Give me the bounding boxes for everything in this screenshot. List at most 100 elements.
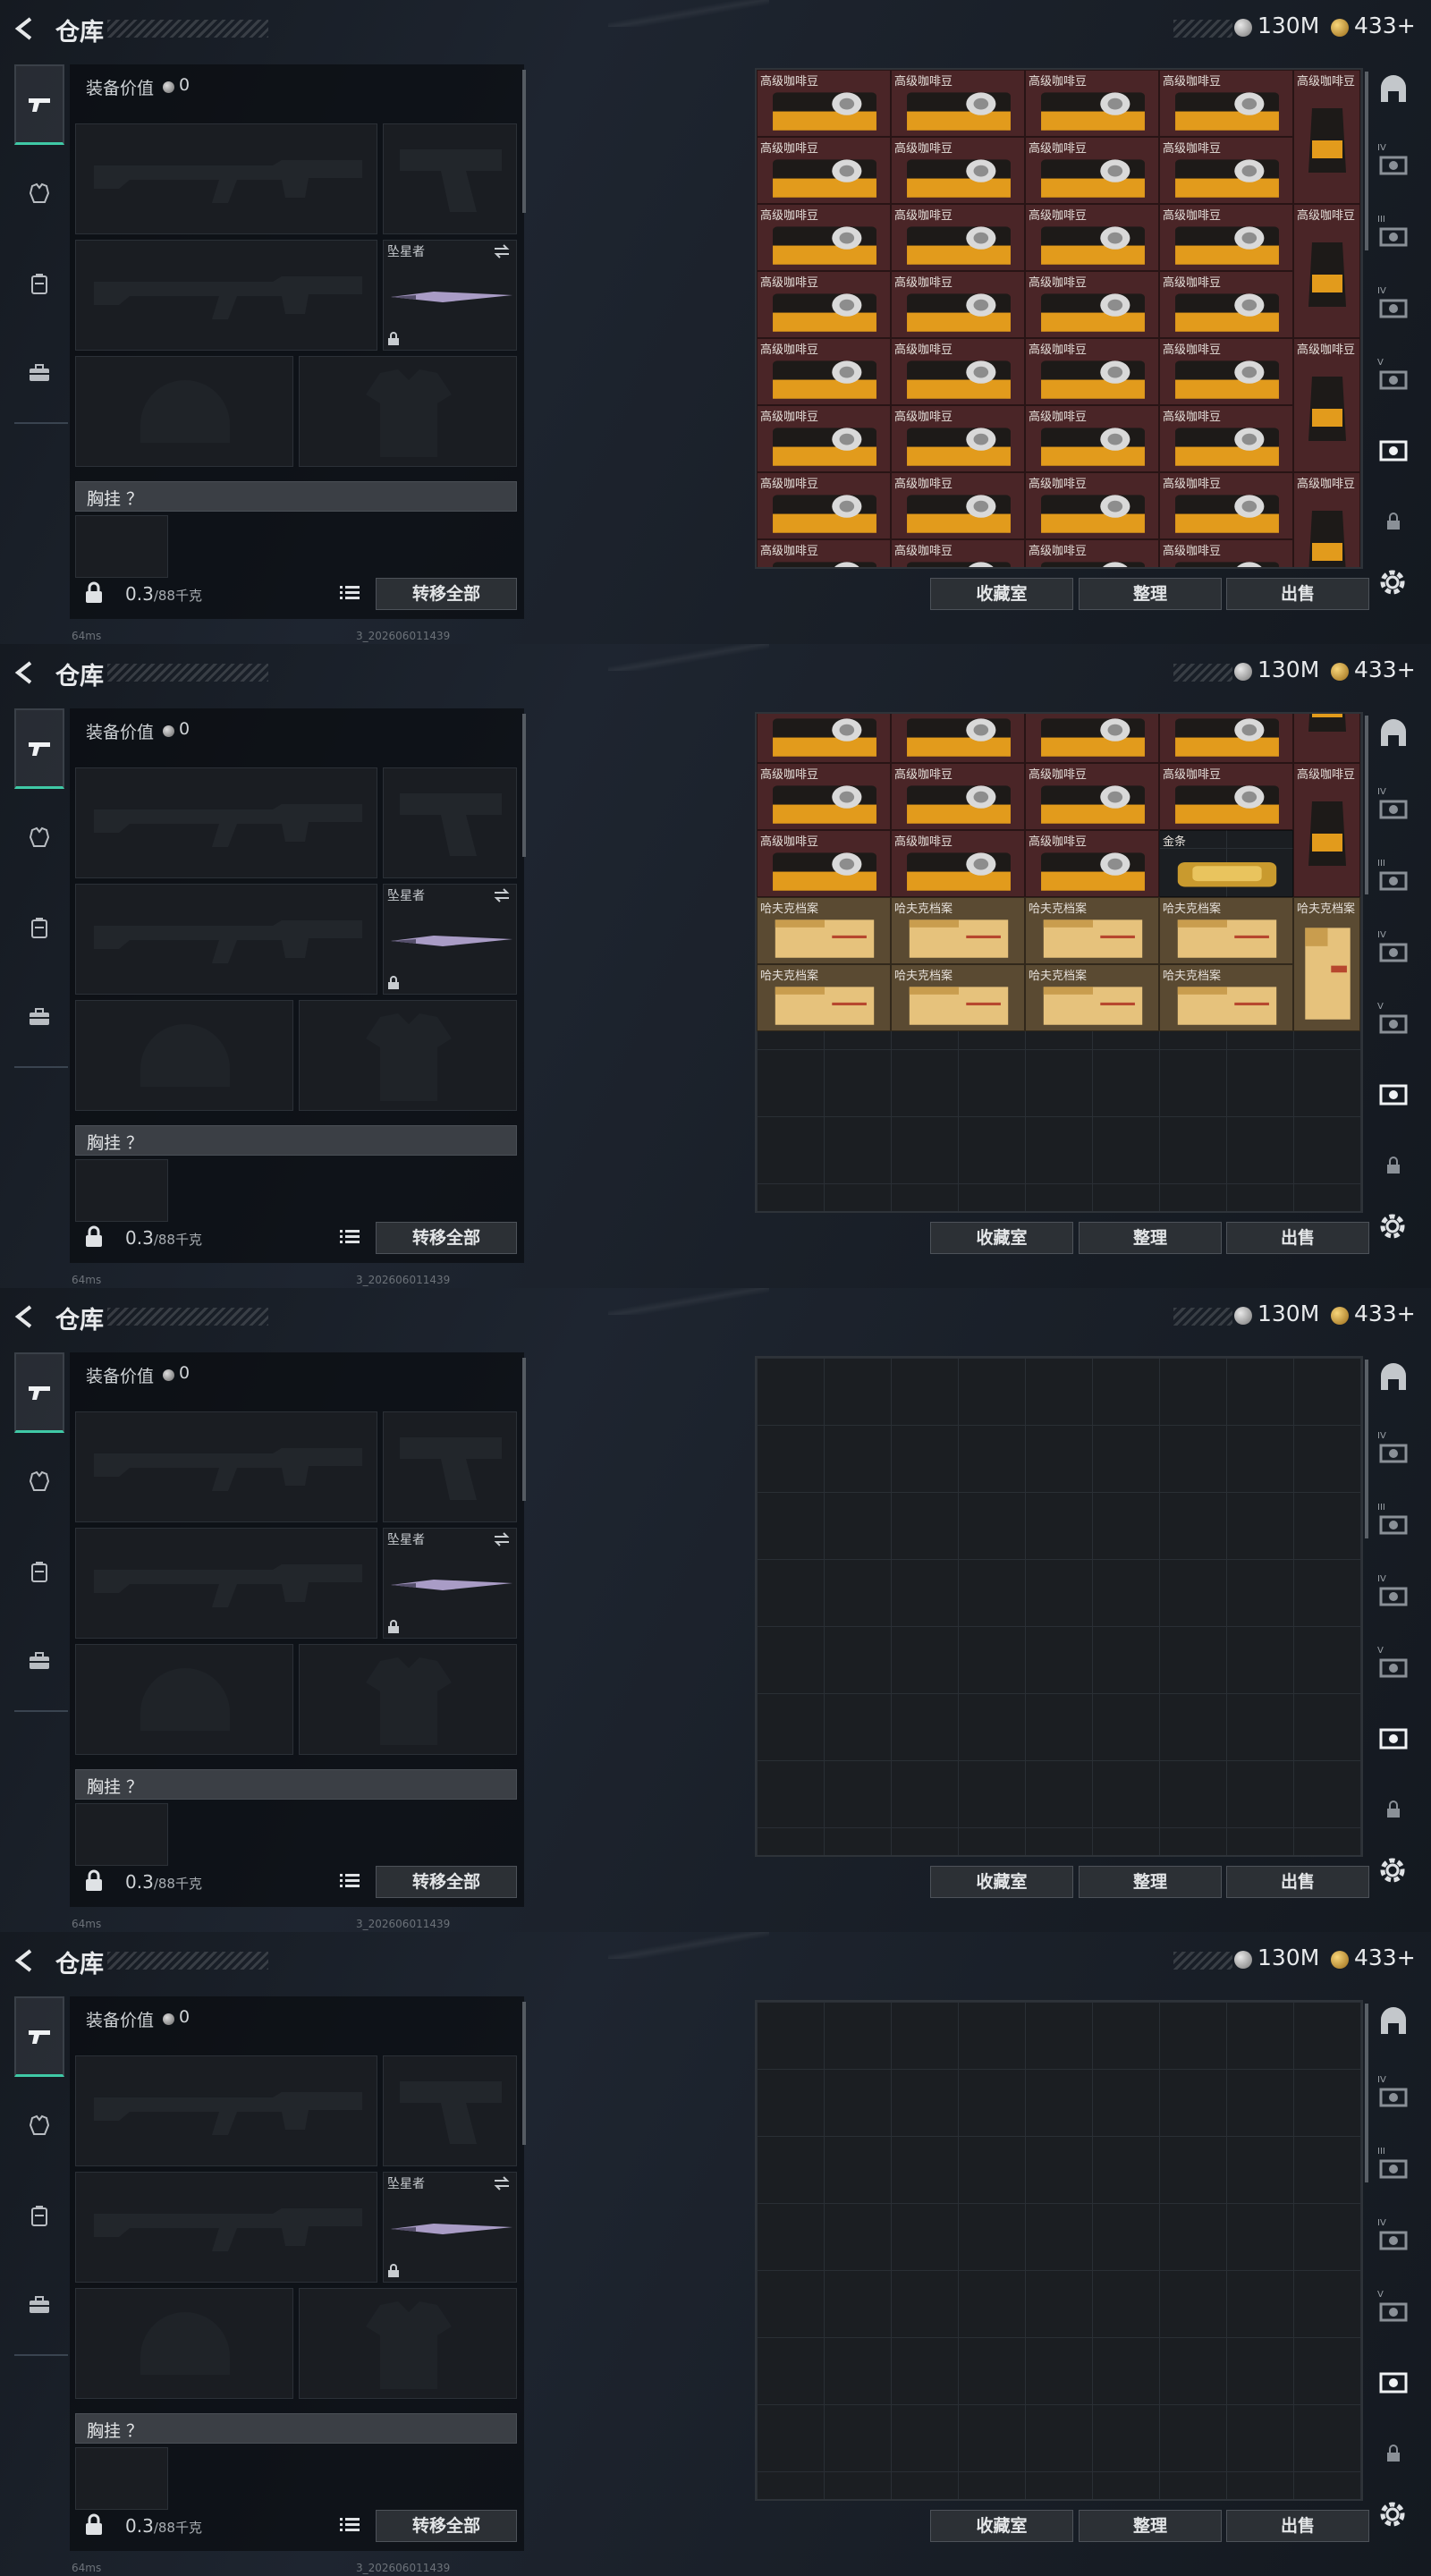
- stash-tab[interactable]: [1377, 1363, 1410, 1395]
- haavk-file-item[interactable]: 哈夫克档案: [1159, 964, 1293, 1031]
- silver-balance[interactable]: 130M: [1257, 1945, 1319, 1970]
- sell-button[interactable]: 出售: [1226, 578, 1369, 610]
- nav-armor[interactable]: [14, 2086, 64, 2166]
- stash-tab[interactable]: [1377, 504, 1410, 537]
- primary-weapon-slot[interactable]: [75, 2055, 377, 2166]
- sell-button[interactable]: 出售: [1226, 1866, 1369, 1898]
- coffee-bean-item[interactable]: 高级咖啡豆: [1293, 204, 1360, 338]
- coffee-bean-item[interactable]: 高级咖啡豆: [891, 338, 1025, 405]
- primary-weapon-slot[interactable]: [75, 123, 377, 234]
- coffee-bean-item[interactable]: 高级咖啡豆: [1025, 70, 1159, 137]
- coffee-bean-item[interactable]: 高级咖啡豆: [1293, 338, 1360, 472]
- coffee-bean-item[interactable]: 高级咖啡豆: [1025, 405, 1159, 472]
- chest-rig-bar[interactable]: 胸挂 ？: [75, 1125, 517, 1156]
- stash-tab[interactable]: IV: [1377, 1431, 1410, 1467]
- stash-tab[interactable]: [1377, 1148, 1410, 1181]
- stash-tab[interactable]: [1377, 719, 1410, 751]
- coffee-bean-item[interactable]: 高级咖啡豆: [891, 405, 1025, 472]
- coffee-bean-item[interactable]: 高级咖啡豆: [1159, 338, 1293, 405]
- stash-tab[interactable]: [1377, 1721, 1410, 1753]
- coffee-bean-item[interactable]: 高级咖啡豆: [757, 714, 891, 763]
- stash-tab[interactable]: V: [1377, 358, 1410, 394]
- helmet-slot[interactable]: [75, 1000, 293, 1111]
- sell-button[interactable]: 出售: [1226, 2510, 1369, 2542]
- nav-armor[interactable]: [14, 1442, 64, 1522]
- coffee-bean-item[interactable]: 高级咖啡豆: [1159, 539, 1293, 567]
- sell-button[interactable]: 出售: [1226, 1222, 1369, 1254]
- coffee-bean-item[interactable]: 高级咖啡豆: [891, 70, 1025, 137]
- coffee-bean-item[interactable]: 高级咖啡豆: [1159, 271, 1293, 338]
- stash-tab[interactable]: IV: [1377, 787, 1410, 823]
- nav-armor[interactable]: [14, 798, 64, 878]
- sort-button[interactable]: 整理: [1079, 2510, 1222, 2542]
- stash-tab[interactable]: III: [1377, 1503, 1410, 1538]
- sort-button[interactable]: 整理: [1079, 1866, 1222, 1898]
- chest-rig-bar[interactable]: 胸挂 ？: [75, 2413, 517, 2444]
- coffee-bean-item[interactable]: 高级咖啡豆: [1025, 204, 1159, 271]
- gear-icon[interactable]: [1377, 567, 1408, 597]
- haavk-file-item[interactable]: 哈夫克档案: [757, 964, 891, 1031]
- melee-slot[interactable]: 坠星者: [383, 1528, 517, 1639]
- gold-balance[interactable]: 433+: [1354, 1301, 1416, 1326]
- gold-balance[interactable]: 433+: [1354, 1945, 1416, 1970]
- coffee-bean-item[interactable]: 高级咖啡豆: [1159, 714, 1293, 763]
- nav-weapons[interactable]: [14, 1352, 64, 1433]
- collection-room-button[interactable]: 收藏室: [930, 2510, 1073, 2542]
- back-arrow-icon[interactable]: [13, 660, 39, 685]
- back-arrow-icon[interactable]: [13, 1948, 39, 1973]
- back-arrow-icon[interactable]: [13, 1304, 39, 1329]
- stash-grid[interactable]: [755, 2000, 1363, 2501]
- gold-balance[interactable]: 433+: [1354, 13, 1416, 38]
- coffee-bean-item[interactable]: 高级咖啡豆: [757, 763, 891, 830]
- lock-icon[interactable]: [84, 1869, 104, 1893]
- stash-scrollbar[interactable]: [1365, 1360, 1368, 1538]
- nav-case[interactable]: [14, 333, 64, 413]
- coffee-bean-item[interactable]: 高级咖啡豆: [757, 405, 891, 472]
- stash-tab[interactable]: IV: [1377, 1574, 1410, 1610]
- melee-slot[interactable]: 坠星者: [383, 884, 517, 995]
- primary-weapon-slot-2[interactable]: [75, 240, 377, 351]
- stash-scrollbar[interactable]: [1365, 72, 1368, 250]
- nav-case[interactable]: [14, 2265, 64, 2345]
- stash-tab[interactable]: III: [1377, 2147, 1410, 2182]
- nav-case[interactable]: [14, 1621, 64, 1701]
- coffee-bean-item[interactable]: 高级咖啡豆: [891, 137, 1025, 204]
- melee-slot[interactable]: 坠星者: [383, 2172, 517, 2283]
- secondary-weapon-slot[interactable]: [383, 1411, 517, 1522]
- coffee-bean-item[interactable]: 高级咖啡豆: [1159, 472, 1293, 539]
- nav-backpack[interactable]: [14, 887, 64, 968]
- body-armor-slot[interactable]: [299, 1644, 517, 1755]
- coffee-bean-item[interactable]: 高级咖啡豆: [757, 539, 891, 567]
- coffee-bean-item[interactable]: 高级咖啡豆: [757, 137, 891, 204]
- coffee-bean-item[interactable]: 高级咖啡豆: [1025, 137, 1159, 204]
- coffee-bean-item[interactable]: 高级咖啡豆: [1159, 763, 1293, 830]
- stash-tab[interactable]: [1377, 1792, 1410, 1825]
- lock-icon[interactable]: [84, 581, 104, 605]
- coffee-bean-item[interactable]: 高级咖啡豆: [891, 539, 1025, 567]
- coffee-bean-item[interactable]: 高级咖啡豆: [1159, 137, 1293, 204]
- stash-tab[interactable]: [1377, 2007, 1410, 2039]
- stash-tab[interactable]: V: [1377, 1002, 1410, 1038]
- list-icon[interactable]: [340, 1873, 360, 1889]
- silver-balance[interactable]: 130M: [1257, 657, 1319, 682]
- coffee-bean-item[interactable]: 高级咖啡豆: [891, 271, 1025, 338]
- collection-room-button[interactable]: 收藏室: [930, 1866, 1073, 1898]
- silver-balance[interactable]: 130M: [1257, 1301, 1319, 1326]
- coffee-bean-item[interactable]: 高级咖啡豆: [891, 204, 1025, 271]
- coffee-bean-item[interactable]: 高级咖啡豆: [891, 830, 1025, 897]
- gold-bar-item[interactable]: 金条: [1159, 830, 1293, 897]
- stash-tab[interactable]: V: [1377, 2290, 1410, 2326]
- gear-icon[interactable]: [1377, 1855, 1408, 1885]
- coffee-bean-item[interactable]: 高级咖啡豆: [1293, 70, 1360, 204]
- coffee-bean-item[interactable]: 高级咖啡豆: [891, 472, 1025, 539]
- nav-backpack[interactable]: [14, 2175, 64, 2256]
- transfer-all-button[interactable]: 转移全部: [376, 2510, 517, 2542]
- loadout-scrollbar[interactable]: [522, 714, 526, 857]
- haavk-file-item[interactable]: 哈夫克档案: [1159, 897, 1293, 964]
- coffee-bean-item[interactable]: 高级咖啡豆: [757, 204, 891, 271]
- haavk-file-item[interactable]: 哈夫克档案: [1025, 897, 1159, 964]
- chest-rig-slot[interactable]: [75, 515, 168, 578]
- chest-rig-bar[interactable]: 胸挂 ？: [75, 481, 517, 512]
- nav-weapons[interactable]: [14, 64, 64, 145]
- coffee-bean-item[interactable]: 高级咖啡豆: [1025, 338, 1159, 405]
